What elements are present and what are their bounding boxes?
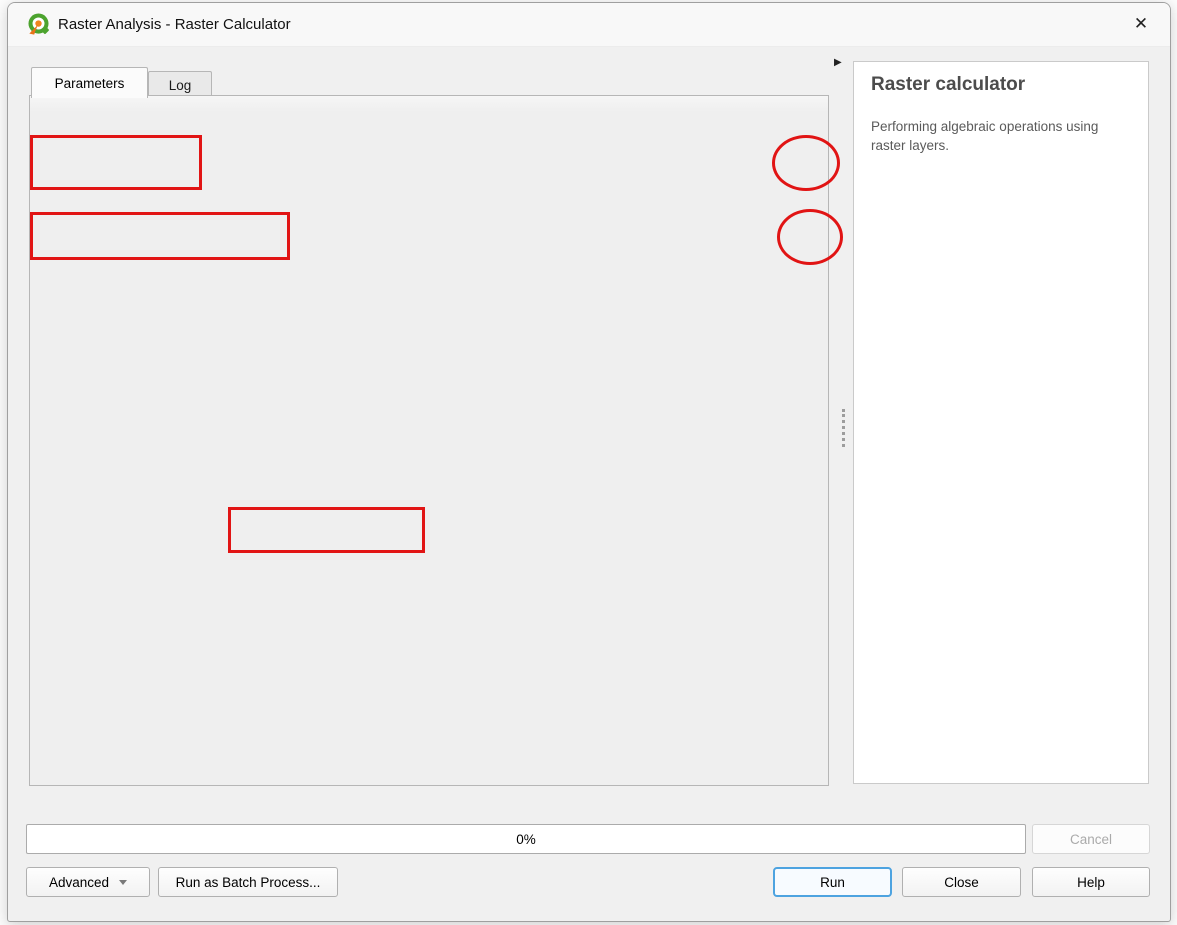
raster-calculator-dialog: Raster Analysis - Raster Calculator ✕ Pa… — [7, 2, 1171, 922]
close-button[interactable]: Close — [902, 867, 1021, 897]
advanced-button[interactable]: Advanced — [26, 867, 150, 897]
advanced-label: Advanced — [49, 875, 109, 890]
collapse-panel-icon[interactable]: ▶ — [834, 57, 842, 68]
help-title: Raster calculator — [871, 74, 1025, 96]
progress-bar: 0% — [26, 824, 1026, 854]
cancel-button[interactable]: Cancel — [1032, 824, 1150, 854]
help-description: Performing algebraic operations using ra… — [871, 118, 1135, 156]
tab-parameters[interactable]: Parameters — [31, 67, 148, 98]
close-icon[interactable]: ✕ — [1120, 8, 1162, 40]
run-as-batch-button[interactable]: Run as Batch Process... — [158, 867, 338, 897]
title-bar: Raster Analysis - Raster Calculator ✕ — [8, 3, 1170, 47]
tab-log[interactable]: Log — [148, 71, 212, 98]
parameters-pane — [29, 95, 829, 786]
splitter-handle[interactable] — [842, 409, 845, 447]
qgis-logo-icon — [25, 11, 52, 38]
window-title: Raster Analysis - Raster Calculator — [58, 16, 291, 33]
run-button[interactable]: Run — [773, 867, 892, 897]
help-button[interactable]: Help — [1032, 867, 1150, 897]
chevron-down-icon — [119, 880, 127, 885]
help-panel: Raster calculator Performing algebraic o… — [853, 61, 1149, 784]
progress-text: 0% — [516, 832, 536, 847]
